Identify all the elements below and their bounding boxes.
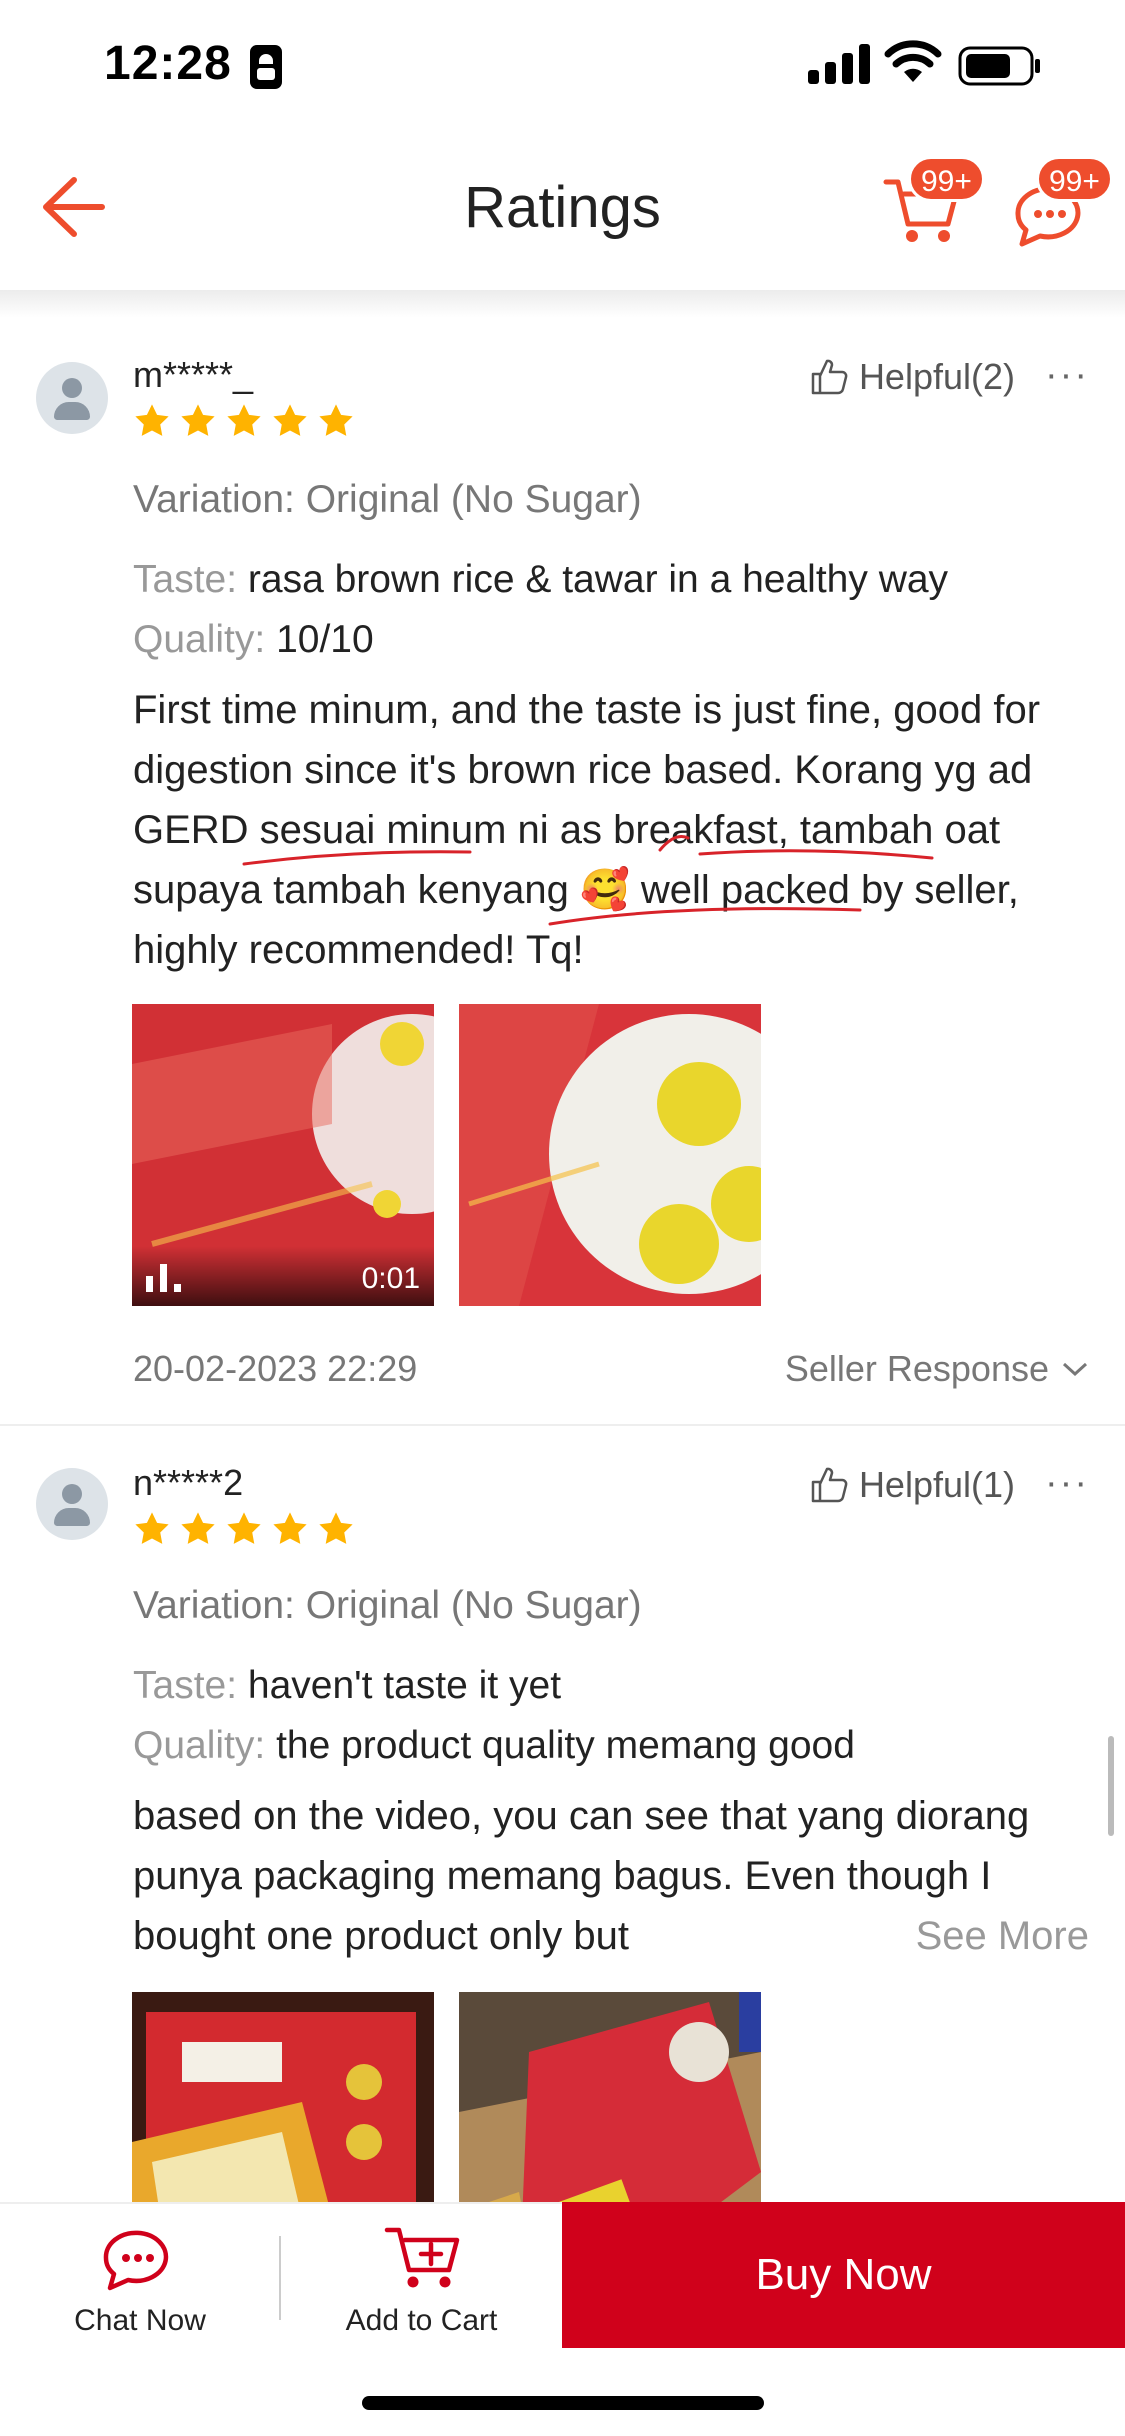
star-icon (319, 404, 353, 436)
quality-value: the product quality memang good (276, 1724, 855, 1767)
product-photo (132, 1992, 434, 2202)
more-options-icon[interactable]: ··· (1045, 354, 1089, 397)
header: Ratings 99+ 99+ (0, 130, 1125, 290)
star-rating (133, 402, 355, 440)
avatar[interactable] (36, 362, 108, 434)
chevron-down-icon (1062, 1362, 1088, 1377)
star-icon (181, 1512, 215, 1544)
star-icon (273, 404, 307, 436)
thumbs-up-icon (811, 359, 848, 395)
helpful-count: Helpful(1) (858, 1464, 1015, 1505)
add-to-cart-icon (384, 2227, 460, 2288)
star-icon (135, 404, 169, 436)
chat-badge: 99+ (1036, 156, 1113, 202)
taste-value: rasa brown rice & tawar in a healthy way (247, 558, 949, 601)
review-video-thumbnail[interactable]: 0:01 (132, 1004, 434, 1306)
chat-now-button[interactable]: Chat Now (0, 2202, 280, 2348)
scrollbar[interactable] (1108, 1736, 1114, 1836)
status-time: 12:28 (104, 37, 232, 90)
buy-now-button[interactable]: Buy Now (562, 2202, 1125, 2348)
product-photo (459, 1004, 761, 1306)
video-duration: 0:01 (361, 1262, 420, 1295)
header-divider (0, 290, 1125, 318)
review-quality: Quality: the product quality memang good (133, 1724, 855, 1768)
star-icon (273, 1512, 307, 1544)
star-icon (227, 404, 261, 436)
review-username: m*****_ (133, 354, 254, 395)
orientation-lock-icon (250, 45, 282, 89)
add-to-cart-label: Add to Cart (345, 2304, 498, 2337)
review-item: n*****2 Helpful(1) ··· Variation: Origin… (0, 1426, 1125, 2202)
helpful-button[interactable]: Helpful(1) (809, 1464, 1015, 1506)
taste-label: Taste: (133, 558, 238, 601)
helpful-count: Helpful(2) (858, 356, 1015, 397)
review-image-thumbnail[interactable] (459, 1992, 761, 2202)
taste-value: haven't taste it yet (247, 1664, 562, 1707)
star-icon (227, 1512, 261, 1544)
review-username: n*****2 (133, 1462, 244, 1503)
star-icon (319, 1512, 353, 1544)
home-indicator (362, 2396, 764, 2410)
quality-label: Quality: (133, 618, 266, 661)
status-bar: 12:28 (0, 0, 1125, 130)
video-icon (146, 1264, 181, 1292)
review-variation: Variation: Original (No Sugar) (133, 478, 642, 521)
signal-icon (808, 44, 872, 84)
star-icon (181, 404, 215, 436)
wifi-icon (884, 40, 942, 82)
add-to-cart-button[interactable]: Add to Cart (281, 2202, 562, 2348)
star-rating (133, 1510, 355, 1548)
review-quality: Quality: 10/10 (133, 618, 374, 662)
helpful-button[interactable]: Helpful(2) (809, 356, 1015, 398)
review-variation: Variation: Original (No Sugar) (133, 1584, 642, 1627)
battery-icon (958, 46, 1040, 86)
thumbs-up-icon (811, 1467, 848, 1503)
review-taste: Taste: rasa brown rice & tawar in a heal… (133, 558, 948, 602)
star-icon (135, 1512, 169, 1544)
chat-icon (103, 2230, 169, 2291)
avatar[interactable] (36, 1468, 108, 1540)
review-date: 20-02-2023 22:29 (133, 1348, 418, 1389)
review-item: m*****_ Helpful(2) ··· Variation: Origin… (0, 318, 1125, 1424)
review-image-thumbnail[interactable] (132, 1992, 434, 2202)
review-image-thumbnail[interactable] (459, 1004, 761, 1306)
product-photo (459, 1992, 761, 2202)
seller-response-toggle[interactable]: Seller Response (785, 1348, 1089, 1390)
seller-response-label: Seller Response (784, 1348, 1049, 1389)
see-more-link[interactable]: See More (845, 1906, 1089, 1966)
more-options-icon[interactable]: ··· (1045, 1462, 1089, 1505)
handwritten-underline (242, 835, 934, 926)
taste-label: Taste: (133, 1664, 238, 1707)
review-taste: Taste: haven't taste it yet (133, 1664, 561, 1708)
quality-label: Quality: (133, 1724, 266, 1767)
cart-badge: 99+ (908, 156, 985, 202)
chat-now-label: Chat Now (74, 2304, 206, 2337)
quality-value: 10/10 (276, 618, 374, 661)
